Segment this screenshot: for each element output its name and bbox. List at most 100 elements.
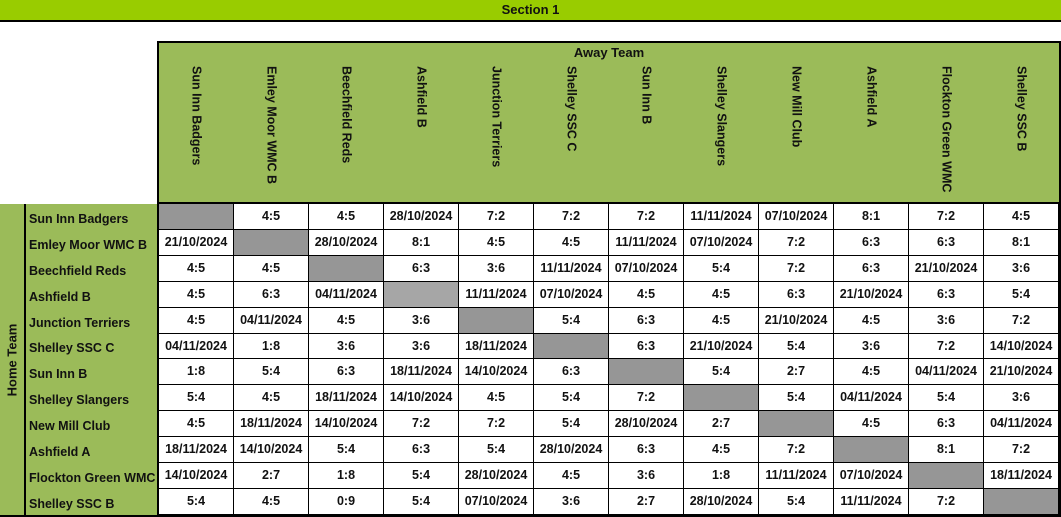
fixture-date-cell[interactable]: 07/10/2024 (684, 229, 759, 256)
away-team-header[interactable]: Ashfield A (834, 62, 909, 202)
result-score-cell[interactable]: 4:5 (159, 255, 234, 282)
result-score-cell[interactable]: 3:6 (459, 255, 534, 282)
blank-diagonal-cell[interactable] (759, 411, 834, 438)
result-score-cell[interactable]: 3:6 (309, 333, 384, 360)
result-score-cell[interactable]: 3:6 (834, 333, 909, 360)
fixture-date-cell[interactable]: 21/10/2024 (834, 281, 909, 308)
result-score-cell[interactable]: 7:2 (759, 255, 834, 282)
result-score-cell[interactable]: 3:6 (534, 489, 609, 515)
result-score-cell[interactable]: 6:3 (384, 437, 459, 464)
fixture-date-cell[interactable]: 18/11/2024 (384, 359, 459, 386)
result-score-cell[interactable]: 5:4 (984, 281, 1059, 308)
result-score-cell[interactable]: 6:3 (909, 281, 984, 308)
result-score-cell[interactable]: 6:3 (759, 281, 834, 308)
result-score-cell[interactable]: 4:5 (234, 255, 309, 282)
blank-diagonal-cell[interactable] (534, 333, 609, 360)
result-score-cell[interactable]: 4:5 (234, 489, 309, 515)
result-score-cell[interactable]: 4:5 (459, 229, 534, 256)
fixture-date-cell[interactable]: 28/10/2024 (309, 229, 384, 256)
home-team-name[interactable]: Sun Inn Badgers (26, 204, 157, 230)
result-score-cell[interactable]: 6:3 (909, 229, 984, 256)
result-score-cell[interactable]: 7:2 (759, 229, 834, 256)
home-team-name[interactable]: Shelley Slangers (26, 385, 157, 411)
result-score-cell[interactable]: 6:3 (834, 255, 909, 282)
fixture-date-cell[interactable]: 21/10/2024 (909, 255, 984, 282)
result-score-cell[interactable]: 5:4 (534, 307, 609, 334)
fixture-date-cell[interactable]: 04/11/2024 (909, 359, 984, 386)
result-score-cell[interactable]: 7:2 (909, 333, 984, 360)
result-score-cell[interactable]: 7:2 (984, 437, 1059, 464)
away-team-header[interactable]: New Mill Club (759, 62, 834, 202)
away-team-header[interactable]: Shelley Slangers (684, 62, 759, 202)
fixture-date-cell[interactable]: 11/11/2024 (459, 281, 534, 308)
result-score-cell[interactable]: 5:4 (534, 411, 609, 438)
result-score-cell[interactable]: 6:3 (534, 359, 609, 386)
result-score-cell[interactable]: 4:5 (159, 411, 234, 438)
fixture-date-cell[interactable]: 14/10/2024 (309, 411, 384, 438)
result-score-cell[interactable]: 6:3 (309, 359, 384, 386)
home-team-name[interactable]: Ashfield B (26, 282, 157, 308)
blank-diagonal-cell[interactable] (684, 385, 759, 412)
fixture-date-cell[interactable]: 07/10/2024 (609, 255, 684, 282)
result-score-cell[interactable]: 5:4 (684, 359, 759, 386)
result-score-cell[interactable]: 4:5 (234, 204, 309, 230)
home-team-name[interactable]: Ashfield A (26, 437, 157, 463)
result-score-cell[interactable]: 8:1 (984, 229, 1059, 256)
result-score-cell[interactable]: 4:5 (534, 463, 609, 490)
result-score-cell[interactable]: 5:4 (159, 489, 234, 515)
result-score-cell[interactable]: 4:5 (234, 385, 309, 412)
home-team-name[interactable]: Sun Inn B (26, 359, 157, 385)
result-score-cell[interactable]: 4:5 (309, 307, 384, 334)
fixture-date-cell[interactable]: 21/10/2024 (159, 229, 234, 256)
fixture-date-cell[interactable]: 11/11/2024 (684, 204, 759, 230)
blank-diagonal-cell[interactable] (459, 307, 534, 334)
fixture-date-cell[interactable]: 07/10/2024 (459, 489, 534, 515)
result-score-cell[interactable]: 4:5 (984, 204, 1059, 230)
result-score-cell[interactable]: 2:7 (759, 359, 834, 386)
home-team-name[interactable]: Flockton Green WMC (26, 463, 157, 489)
blank-diagonal-cell[interactable] (309, 255, 384, 282)
result-score-cell[interactable]: 4:5 (609, 281, 684, 308)
away-team-header[interactable]: Emley Moor WMC B (234, 62, 309, 202)
fixture-date-cell[interactable]: 28/10/2024 (459, 463, 534, 490)
result-score-cell[interactable]: 7:2 (609, 385, 684, 412)
result-score-cell[interactable]: 3:6 (384, 333, 459, 360)
away-team-header[interactable]: Shelley SSC B (984, 62, 1059, 202)
result-score-cell[interactable]: 5:4 (759, 385, 834, 412)
result-score-cell[interactable]: 2:7 (684, 411, 759, 438)
result-score-cell[interactable]: 5:4 (759, 489, 834, 515)
result-score-cell[interactable]: 7:2 (534, 204, 609, 230)
result-score-cell[interactable]: 5:4 (459, 437, 534, 464)
fixture-date-cell[interactable]: 11/11/2024 (834, 489, 909, 515)
result-score-cell[interactable]: 6:3 (909, 411, 984, 438)
result-score-cell[interactable]: 3:6 (909, 307, 984, 334)
away-team-header[interactable]: Shelley SSC C (534, 62, 609, 202)
fixture-date-cell[interactable]: 11/11/2024 (534, 255, 609, 282)
result-score-cell[interactable]: 3:6 (384, 307, 459, 334)
fixture-date-cell[interactable]: 21/10/2024 (684, 333, 759, 360)
result-score-cell[interactable]: 7:2 (459, 411, 534, 438)
result-score-cell[interactable]: 5:4 (309, 437, 384, 464)
fixture-date-cell[interactable]: 04/11/2024 (159, 333, 234, 360)
fixture-date-cell[interactable]: 21/10/2024 (984, 359, 1059, 386)
fixture-date-cell[interactable]: 21/10/2024 (759, 307, 834, 334)
fixture-date-cell[interactable]: 18/11/2024 (309, 385, 384, 412)
fixture-date-cell[interactable]: 04/11/2024 (984, 411, 1059, 438)
result-score-cell[interactable]: 1:8 (684, 463, 759, 490)
blank-diagonal-cell[interactable] (909, 463, 984, 490)
blank-diagonal-cell[interactable] (384, 281, 459, 308)
result-score-cell[interactable]: 4:5 (684, 307, 759, 334)
result-score-cell[interactable]: 4:5 (459, 385, 534, 412)
result-score-cell[interactable]: 5:4 (384, 463, 459, 490)
fixture-date-cell[interactable]: 18/11/2024 (159, 437, 234, 464)
result-score-cell[interactable]: 0:9 (309, 489, 384, 515)
result-score-cell[interactable]: 1:8 (309, 463, 384, 490)
result-score-cell[interactable]: 3:6 (984, 385, 1059, 412)
away-team-header[interactable]: Sun Inn Badgers (159, 62, 234, 202)
fixture-date-cell[interactable]: 28/10/2024 (384, 204, 459, 230)
result-score-cell[interactable]: 5:4 (759, 333, 834, 360)
result-score-cell[interactable]: 6:3 (834, 229, 909, 256)
result-score-cell[interactable]: 1:8 (159, 359, 234, 386)
fixture-date-cell[interactable]: 11/11/2024 (759, 463, 834, 490)
result-score-cell[interactable]: 6:3 (384, 255, 459, 282)
